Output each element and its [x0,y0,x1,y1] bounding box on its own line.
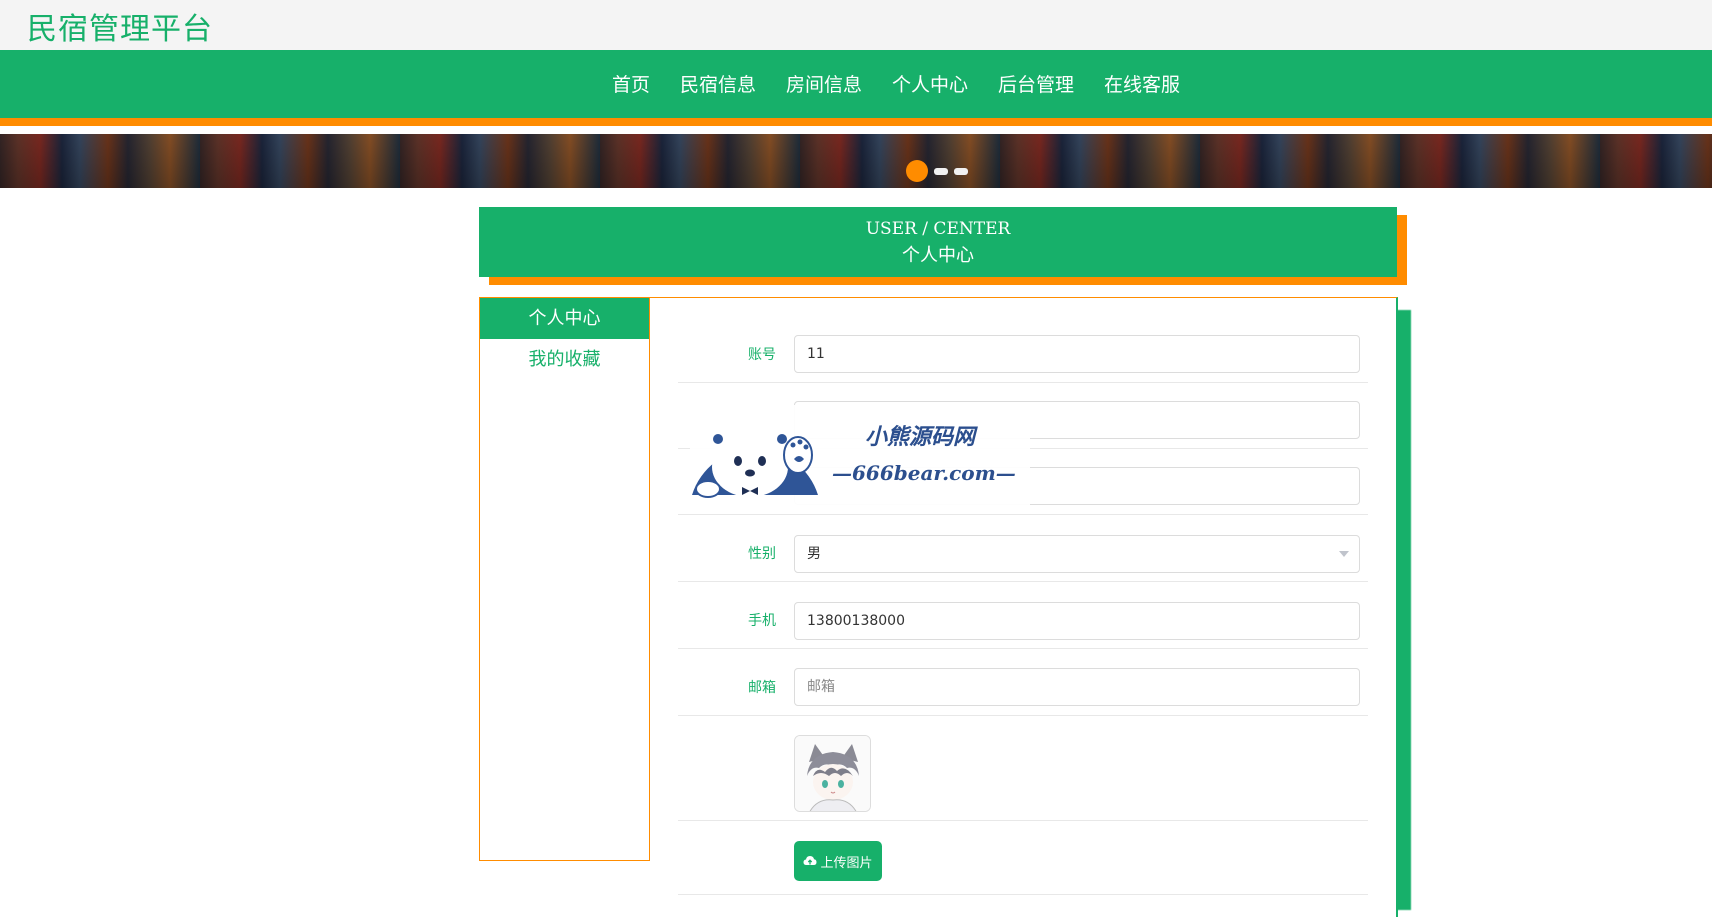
watermark-url: —666bear.com— [832,461,1016,485]
watermark: 小熊源码网 —666bear.com— [690,405,1030,505]
upload-button-label: 上传图片 [820,855,873,871]
bear-logo-icon [692,429,818,498]
nav-admin[interactable]: 后台管理 [998,70,1074,97]
carousel-indicators [906,160,968,182]
phone-input[interactable]: 13800138000 [794,602,1360,640]
title-english: USER / CENTER [865,219,1011,239]
nav-links: 首页 民宿信息 房间信息 个人中心 后台管理 在线客服 [0,70,1712,97]
panel-shadow [1397,310,1411,910]
main-nav: 首页 民宿信息 房间信息 个人中心 后台管理 在线客服 [0,50,1712,126]
carousel-dot[interactable] [934,167,948,175]
upload-image-button[interactable]: 上传图片 [794,841,882,881]
sidebar-item-user-center[interactable]: 个人中心 [480,298,649,339]
cloud-upload-icon [803,856,817,865]
site-brand[interactable]: 民宿管理平台 [27,4,213,48]
top-bar: 民宿管理平台 [0,0,1712,50]
email-input[interactable]: 邮箱 [794,668,1360,706]
user-sidebar: 个人中心 我的收藏 [479,297,650,861]
chevron-down-icon [1339,551,1349,557]
avatar-image [794,735,871,812]
title-box: USER / CENTER 个人中心 [479,207,1397,277]
gender-select[interactable]: 男 [794,535,1360,573]
nav-user-center[interactable]: 个人中心 [892,70,968,97]
form-row-phone: 手机 13800138000 [678,582,1368,649]
gender-label: 性别 [748,546,776,562]
account-input[interactable]: 11 [794,335,1360,373]
phone-label: 手机 [748,613,776,629]
title-chinese: 个人中心 [902,245,974,266]
gender-value: 男 [807,546,821,562]
avatar-illustration [795,736,870,811]
nav-homestay-info[interactable]: 民宿信息 [680,70,756,97]
form-row-account: 账号 11 [678,320,1368,383]
account-label: 账号 [748,347,776,363]
nav-home[interactable]: 首页 [612,70,650,97]
carousel-dot[interactable] [954,167,968,175]
form-row-email: 邮箱 邮箱 [678,649,1368,716]
carousel-dot-active[interactable] [906,160,928,182]
form-row-avatar [678,716,1368,821]
form-row-gender: 性别 男 [678,515,1368,582]
sidebar-item-favorites[interactable]: 我的收藏 [480,339,649,380]
section-title: USER / CENTER 个人中心 [479,207,1407,285]
watermark-title: 小熊源码网 [865,424,976,450]
banner-carousel[interactable] [0,134,1712,188]
nav-room-info[interactable]: 房间信息 [786,70,862,97]
email-label: 邮箱 [748,680,776,696]
nav-online-service[interactable]: 在线客服 [1104,70,1180,97]
form-row-upload [678,821,1368,895]
